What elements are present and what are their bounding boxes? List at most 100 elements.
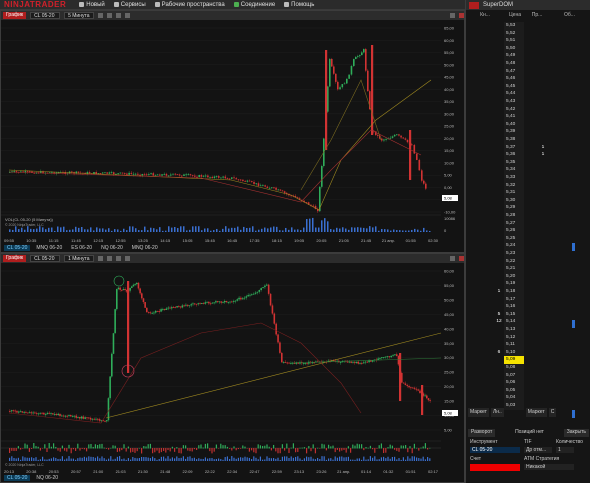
ladder-row[interactable]: 5,06 [466, 379, 590, 387]
indicator-icon[interactable] [107, 13, 113, 18]
ladder-row[interactable]: 5,47 [466, 67, 590, 76]
ladder-row[interactable]: 5,29 [466, 204, 590, 212]
ladder-row[interactable]: 5,28 [466, 212, 590, 220]
market-buy-button[interactable]: Маркет [468, 408, 489, 417]
ladder-row[interactable]: 5,35 [466, 158, 590, 167]
ladder-row[interactable]: 5,09 [466, 356, 590, 364]
ladder-row[interactable]: 5,45 [466, 82, 590, 91]
ladder-row[interactable]: 5,10 6 [466, 348, 590, 357]
menu-workspaces[interactable]: Рабочие пространства [154, 2, 225, 8]
ladder-row[interactable]: 5,31 [466, 189, 590, 197]
header-buy[interactable]: Кн... [466, 12, 504, 20]
ladder-row[interactable]: 5,16 [466, 303, 590, 311]
ladder-row[interactable]: 5,18 1 [466, 288, 590, 296]
candle [17, 411, 20, 413]
ladder-row[interactable]: 5,38 [466, 136, 590, 144]
ladder-row[interactable]: 5,37 1 [466, 143, 590, 152]
sell-limit-button[interactable]: С [548, 408, 557, 417]
header-price[interactable]: Цена [504, 12, 526, 20]
close-icon[interactable] [459, 256, 464, 261]
ladder-row[interactable]: 5,27 [466, 219, 590, 228]
ladder-row[interactable]: 5,33 [466, 174, 590, 182]
ladder-row[interactable]: 5,39 [466, 128, 590, 136]
tif-select[interactable]: Др отм... [524, 447, 552, 453]
ladder-row[interactable]: 5,21 [466, 265, 590, 273]
ladder-row[interactable]: 5,11 [466, 341, 590, 349]
buy-limit-button[interactable]: Лн.. [490, 408, 504, 417]
zoom-icon[interactable] [125, 13, 131, 18]
instrument-selector[interactable]: CL 05-20 [30, 12, 61, 19]
ladder-row[interactable]: 5,07 [466, 371, 590, 380]
interval-selector[interactable]: 1 Минута [64, 255, 95, 262]
market-sell-button[interactable]: Маркет [525, 408, 547, 417]
close-icon[interactable] [459, 13, 464, 18]
ladder-row[interactable]: 5,53 [466, 22, 590, 30]
ladder-row[interactable]: 5,04 [466, 394, 590, 402]
ladder-row[interactable]: 5,05 [466, 386, 590, 395]
tab-es[interactable]: ES 06-20 [68, 245, 95, 251]
ladder-row[interactable]: 5,40 [466, 120, 590, 129]
minimize-icon[interactable] [450, 256, 455, 261]
ladder-row[interactable]: 5,43 [466, 98, 590, 106]
ladder-row[interactable]: 5,15 5 [466, 310, 590, 319]
ladder-row[interactable]: 5,50 [466, 44, 590, 53]
ladder-row[interactable]: 5,41 [466, 113, 590, 121]
menu-tools[interactable]: Сервисы [113, 2, 146, 8]
ladder-row[interactable]: 5,19 [466, 280, 590, 288]
menu-connection[interactable]: Соединение [233, 2, 275, 8]
ladder-row[interactable]: 5,51 [466, 37, 590, 45]
instrument-selector[interactable]: CL 05-20 [30, 255, 61, 262]
ladder-row[interactable]: 5,17 [466, 295, 590, 304]
menu-new[interactable]: Новый [79, 2, 105, 8]
quantity-input[interactable]: 1 [556, 447, 574, 453]
tab-mnq[interactable]: MNQ 06-20 [33, 245, 65, 251]
ladder-row[interactable]: 5,32 [466, 181, 590, 190]
atm-strategy-select[interactable]: Никакой [524, 464, 574, 470]
ladder-row[interactable]: 5,52 [466, 29, 590, 38]
ladder-row[interactable]: 5,08 [466, 364, 590, 372]
ladder-row[interactable]: 5,12 [466, 333, 590, 342]
ladder-row[interactable]: 5,46 [466, 75, 590, 83]
ladder-row[interactable]: 5,36 1 [466, 151, 590, 159]
menu-help[interactable]: Помощь [284, 2, 314, 8]
candle [350, 361, 353, 363]
candle [160, 309, 162, 312]
ladder-row[interactable]: 5,25 [466, 234, 590, 243]
zoom-icon[interactable] [125, 256, 131, 261]
ladder-row[interactable]: 5,34 [466, 166, 590, 174]
draw-tool-icon[interactable] [98, 256, 104, 261]
tab-cl[interactable]: CL 05-20 [4, 474, 31, 481]
price-chart-bottom[interactable]: 60,00 55,00 50,00 45,00 40,00 35,00 30,00 25,00… [1, 263, 465, 475]
volume-bar [411, 456, 413, 461]
chart-tab-label[interactable]: График [3, 12, 27, 19]
minimize-icon[interactable] [450, 13, 455, 18]
interval-selector[interactable]: 5 Минута [64, 12, 95, 19]
tab-nq[interactable]: NQ 06-20 [98, 245, 126, 251]
volume-bar [99, 458, 101, 461]
ladder-row[interactable]: 5,30 [466, 196, 590, 205]
price-chart-top[interactable]: 65,00 60,00 55,00 50,00 45,00 40,00 35,00 30,00… [1, 20, 465, 245]
ladder-row[interactable]: 5,20 [466, 272, 590, 281]
strategy-icon[interactable] [116, 256, 122, 261]
reverse-button[interactable]: Разворот [468, 429, 496, 437]
tab-nq[interactable]: NQ 06-20 [33, 475, 61, 481]
candle [187, 174, 190, 176]
ladder-row[interactable]: 5,42 [466, 105, 590, 114]
strategy-icon[interactable] [116, 13, 122, 18]
ladder-row[interactable]: 5,23 [466, 250, 590, 258]
tab-cl[interactable]: CL 05-20 [4, 244, 31, 251]
chart-tab-label[interactable]: График [3, 255, 27, 262]
ladder-row[interactable]: 5,22 [466, 257, 590, 266]
tab-mnq-2[interactable]: MNQ 06-20 [129, 245, 161, 251]
ladder-row[interactable]: 5,44 [466, 90, 590, 98]
ladder-row[interactable]: 5,26 [466, 227, 590, 235]
close-position-button[interactable]: Закрыть [563, 429, 589, 437]
instrument-select[interactable]: CL 05-20 [470, 447, 520, 453]
header-sell[interactable]: Пр... [526, 12, 548, 20]
ladder-row[interactable]: 5,48 [466, 60, 590, 68]
indicator-icon[interactable] [107, 256, 113, 261]
draw-tool-icon[interactable] [98, 13, 104, 18]
header-volume[interactable]: Об... [548, 12, 590, 20]
account-select[interactable] [470, 464, 520, 471]
ladder-row[interactable]: 5,49 [466, 52, 590, 60]
